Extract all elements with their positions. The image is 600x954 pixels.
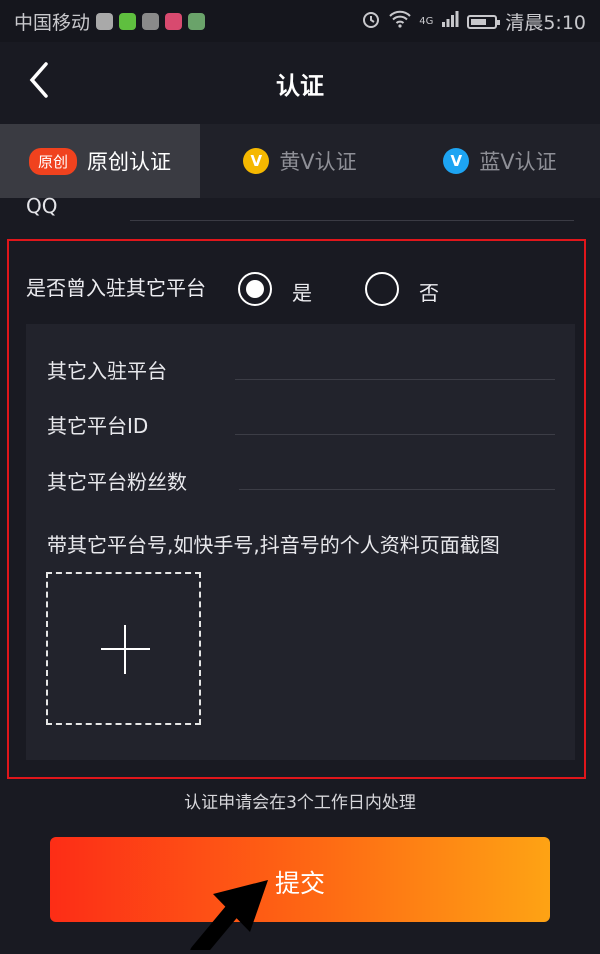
radio-yes-label: 是 [292, 281, 312, 305]
radio-selected-dot [246, 280, 264, 298]
other-platform-name-input[interactable] [235, 379, 555, 380]
radio-yes[interactable] [238, 272, 272, 306]
network-type-label: 4G [419, 16, 434, 27]
radio-no-label: 否 [419, 281, 439, 305]
qq-field-row: QQ [0, 194, 600, 238]
other-platform-fans-label: 其它平台粉丝数 [47, 470, 187, 494]
alarm-icon [361, 9, 381, 34]
blue-v-icon: V [443, 148, 470, 174]
qq-label: QQ [26, 194, 58, 218]
yellow-v-icon: V [243, 148, 270, 174]
app3-notification-icon [188, 13, 206, 30]
signal-icon [441, 10, 459, 33]
wechat-notification-icon [119, 13, 137, 30]
tab-blue-v[interactable]: V 蓝V认证 [400, 124, 600, 198]
tab-label: 原创认证 [87, 150, 171, 174]
verification-tabs: 原创 原创认证 V 黄V认证 V 蓝V认证 [0, 124, 600, 198]
clock-label: 清晨5:10 [505, 12, 586, 34]
pointer-arrow-icon [168, 860, 278, 954]
page-title: 认证 [276, 72, 324, 100]
other-platform-fans-input[interactable] [239, 489, 555, 490]
submit-button[interactable]: 提交 [50, 837, 550, 922]
screenshot-upload-button[interactable] [46, 572, 201, 725]
wifi-icon [389, 10, 411, 33]
other-platform-section: 是否曾入驻其它平台 是 否 其它入驻平台 其它平台ID 其它平台粉丝数 带其它平… [7, 239, 586, 779]
screenshot-upload-label: 带其它平台号,如快手号,抖音号的个人资料页面截图 [47, 533, 500, 557]
tab-original[interactable]: 原创 原创认证 [0, 124, 200, 198]
app-notification-icon [96, 13, 114, 30]
original-badge: 原创 [28, 147, 77, 175]
app2-notification-icon [165, 13, 183, 30]
navbar: 认证 [0, 42, 600, 124]
tab-label: 黄V认证 [279, 150, 357, 174]
other-platform-id-input[interactable] [235, 434, 555, 435]
qq-input[interactable] [130, 220, 574, 221]
submit-label: 提交 [274, 869, 325, 898]
other-platform-question: 是否曾入驻其它平台 [26, 276, 206, 300]
status-bar: 中国移动 4G 清晨5:10 [0, 0, 600, 42]
battery-icon [467, 14, 501, 29]
radio-no[interactable] [365, 272, 399, 306]
tab-label: 蓝V认证 [479, 150, 557, 174]
cat-notification-icon [142, 13, 160, 30]
other-platform-name-label: 其它入驻平台 [47, 359, 167, 383]
processing-notice: 认证申请会在3个工作日内处理 [184, 793, 416, 813]
carrier-label: 中国移动 [14, 12, 91, 34]
tab-yellow-v[interactable]: V 黄V认证 [200, 124, 400, 198]
other-platform-panel: 其它入驻平台 其它平台ID 其它平台粉丝数 带其它平台号,如快手号,抖音号的个人… [26, 324, 575, 760]
other-platform-id-label: 其它平台ID [47, 414, 149, 438]
